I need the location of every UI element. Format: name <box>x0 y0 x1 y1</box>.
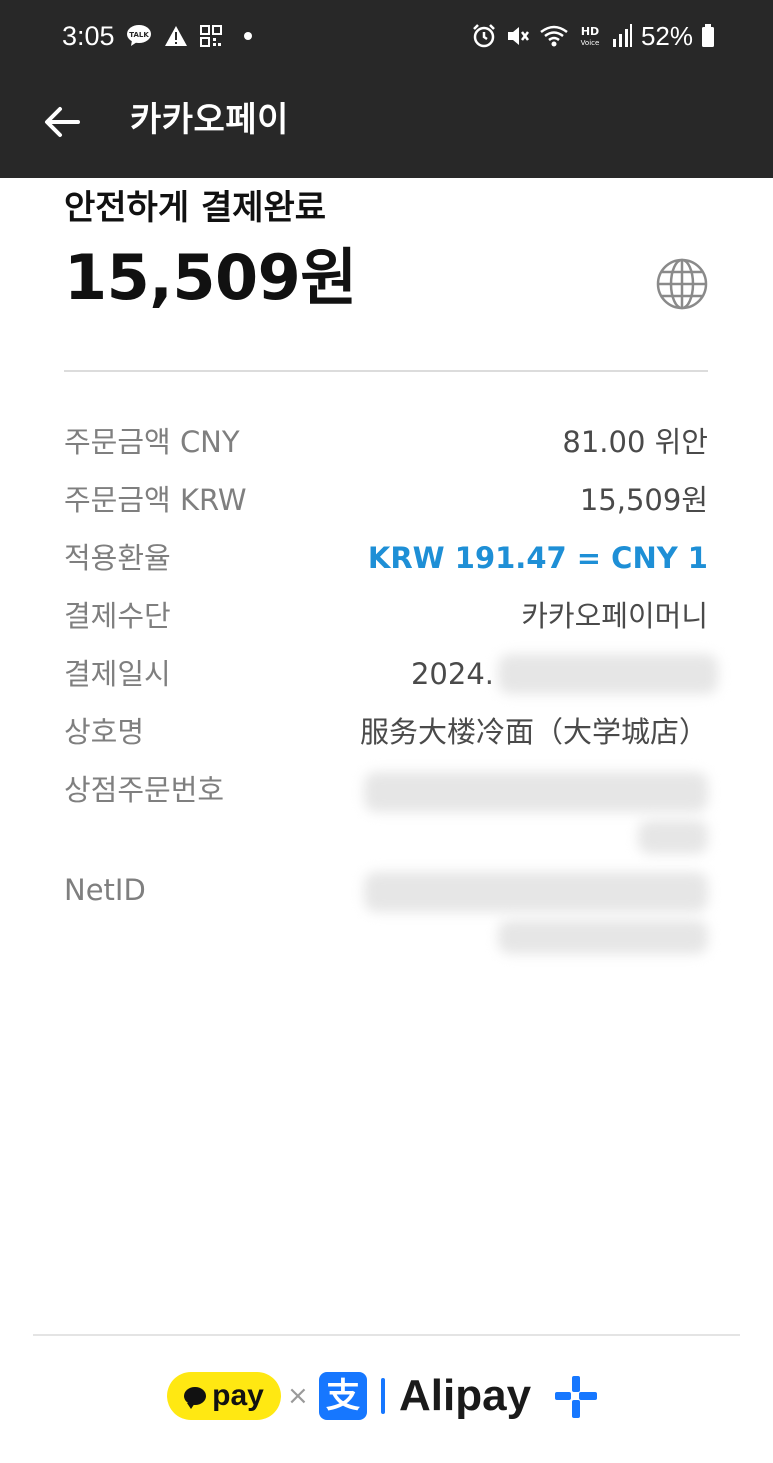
back-button[interactable] <box>34 94 90 150</box>
wifi-icon <box>540 25 568 47</box>
detail-label: 주문금액 CNY <box>64 425 240 459</box>
detail-label: 상점주문번호 <box>64 773 225 807</box>
detail-value: 服务大楼冷面（大学城店） <box>359 715 708 749</box>
qr-icon <box>200 25 222 47</box>
redacted-date <box>498 654 718 694</box>
kakaopay-logo-text: pay <box>212 1379 264 1412</box>
detail-row-exchange-rate: 적용환율 KRW 191.47 = CNY 1 <box>64 534 708 582</box>
detail-row-payment-method: 결제수단 카카오페이머니 <box>64 592 708 640</box>
status-left-icons: TALK <box>126 22 254 50</box>
detail-row-merchant-order-no: 상점주문번호 <box>64 766 708 854</box>
detail-row-order-cny: 주문금액 CNY 81.00 위안 <box>64 418 708 466</box>
detail-label: NetID <box>64 873 146 907</box>
battery-icon <box>702 24 714 47</box>
divider <box>64 370 708 372</box>
detail-label: 결제일시 <box>64 657 171 691</box>
detail-value: 카카오페이머니 <box>521 599 708 633</box>
detail-label: 상호명 <box>64 715 145 749</box>
svg-text:HD: HD <box>581 25 599 38</box>
hd-voice-icon: HD Voice <box>581 25 600 47</box>
app-bar: 카카오페이 <box>0 72 773 178</box>
redacted-order-number <box>364 772 708 812</box>
payment-amount: 15,509원 <box>64 241 357 314</box>
alipay-logo-text: Alipay <box>399 1371 532 1420</box>
warning-icon <box>165 26 187 46</box>
detail-row-payment-date: 결제일시 2024. <box>64 650 718 698</box>
svg-text:Voice: Voice <box>581 39 600 47</box>
arrow-left-icon <box>45 107 80 137</box>
detail-row-netid: NetID <box>64 866 708 954</box>
logo-divider <box>381 1378 385 1414</box>
redacted-netid-2 <box>498 920 708 954</box>
partnership-separator: × <box>287 1381 309 1411</box>
status-bar: 3:05 TALK HD Voice 52% <box>0 0 773 72</box>
mute-icon <box>507 27 529 45</box>
redacted-order-number-2 <box>638 820 708 854</box>
detail-value: 15,509원 <box>579 483 708 517</box>
footer-divider <box>33 1334 740 1336</box>
alarm-icon <box>473 24 495 48</box>
battery-percent: 52% <box>640 21 693 51</box>
payment-status-label: 안전하게 결제완료 <box>64 188 327 228</box>
alipay-plus-icon <box>555 1376 597 1418</box>
signal-icon <box>612 24 632 47</box>
dot-icon <box>244 32 252 40</box>
detail-value: 81.00 위안 <box>562 425 708 459</box>
detail-value: 2024. <box>410 657 494 691</box>
talk-icon: TALK <box>127 25 151 46</box>
detail-label: 결제수단 <box>64 599 171 633</box>
detail-row-order-krw: 주문금액 KRW 15,509원 <box>64 476 708 524</box>
speech-bubble-icon <box>184 1387 207 1409</box>
page-title: 카카오페이 <box>130 100 289 140</box>
globe-icon <box>656 258 708 310</box>
detail-row-merchant: 상호명 服务大楼冷面（大学城店） <box>64 708 708 756</box>
partner-logos: pay × 支 Alipay <box>167 1368 607 1424</box>
redacted-netid <box>364 872 708 912</box>
kakaopay-logo: pay <box>167 1372 281 1420</box>
language-button[interactable] <box>654 256 710 312</box>
status-right-icons: HD Voice 52% <box>471 18 715 54</box>
detail-label: 주문금액 KRW <box>64 483 247 517</box>
detail-label: 적용환율 <box>64 541 171 575</box>
alipay-symbol-icon: 支 <box>319 1372 367 1420</box>
svg-text:TALK: TALK <box>129 31 149 39</box>
status-time: 3:05 <box>62 21 115 51</box>
exchange-rate-value: KRW 191.47 = CNY 1 <box>367 541 708 575</box>
